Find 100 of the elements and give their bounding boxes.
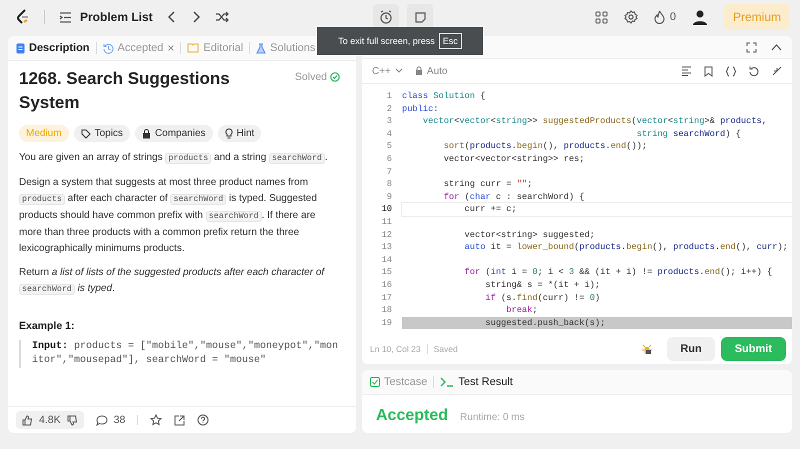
- example-heading: Example 1:: [19, 320, 76, 332]
- code-line: vector<vector<string>> suggestedProducts(vector<string>& products,: [422, 115, 768, 128]
- tag-button[interactable]: Hint: [218, 125, 262, 142]
- line-number: 19: [380, 316, 393, 330]
- logo-icon[interactable]: [16, 9, 30, 25]
- checkbox-icon: [370, 377, 380, 387]
- reset-icon[interactable]: [749, 66, 760, 76]
- problem-list-button[interactable]: Problem List: [59, 10, 153, 24]
- premium-button[interactable]: Premium: [724, 4, 790, 30]
- code-line: vector<vector<string>> res;: [442, 152, 586, 166]
- thumbs-up-icon[interactable]: [22, 414, 33, 426]
- lock-icon: [142, 128, 151, 138]
- history-icon: [102, 42, 114, 54]
- grid-icon[interactable]: [594, 10, 608, 24]
- esc-key: Esc: [438, 33, 462, 49]
- run-button[interactable]: Run: [667, 337, 715, 361]
- comment-count: 38: [114, 414, 126, 426]
- verdict-text: Accepted: [376, 407, 448, 425]
- chevron-up-icon[interactable]: [771, 43, 782, 51]
- description-paragraph: Return a list of lists of the suggested products after each character of searchWord is typed.: [19, 266, 326, 297]
- line-number: 10: [380, 203, 393, 216]
- line-number: 17: [380, 292, 393, 304]
- line-number: 3: [386, 115, 393, 128]
- language-select[interactable]: C++: [372, 66, 403, 76]
- line-number: 7: [386, 166, 393, 178]
- help-icon[interactable]: [197, 414, 210, 426]
- code-line: curr += c;: [402, 203, 792, 216]
- debug-icon[interactable]: [641, 343, 654, 355]
- list-icon: [59, 12, 72, 22]
- code-line: string searchWord) {: [636, 128, 742, 140]
- line-number: 6: [386, 152, 393, 166]
- code-line: string& s = *(it + i);: [484, 278, 602, 292]
- previous-icon[interactable]: [166, 11, 177, 23]
- line-number: 15: [380, 266, 393, 279]
- submit-button[interactable]: Submit: [720, 337, 786, 361]
- format-icon[interactable]: [681, 66, 692, 76]
- line-number: 9: [386, 190, 393, 204]
- close-button[interactable]: ×: [167, 41, 174, 55]
- line-number: 5: [386, 140, 393, 153]
- star-icon[interactable]: [150, 414, 162, 426]
- line-number: 2: [386, 102, 393, 116]
- panel-tab[interactable]: Solutions: [254, 42, 318, 54]
- line-number: 11: [380, 216, 393, 229]
- tag-button[interactable]: Topics: [74, 125, 130, 142]
- caret-icon: [394, 68, 403, 74]
- toast-text: To exit full screen, press: [338, 36, 435, 46]
- panel-tab[interactable]: Description: [14, 42, 92, 54]
- avatar-icon[interactable]: [692, 9, 708, 25]
- flask-icon: [256, 42, 266, 54]
- result-tab[interactable]: Test Result: [440, 376, 513, 388]
- expand-icon[interactable]: [746, 42, 757, 52]
- line-number: 14: [380, 254, 393, 266]
- terminal-icon: [440, 377, 454, 387]
- lock-icon: [414, 66, 423, 76]
- runtime-text: Runtime: 0 ms: [460, 412, 524, 423]
- line-number: 18: [380, 304, 393, 317]
- share-icon[interactable]: [174, 414, 186, 426]
- shuffle-icon[interactable]: [214, 11, 229, 23]
- panel-tab[interactable]: Editorial: [185, 42, 246, 54]
- code-line: sort(products.begin(), products.end());: [442, 140, 648, 153]
- mode-label: Auto: [426, 66, 448, 76]
- code-line: class Solution {: [402, 90, 486, 103]
- lightbulb-icon: [224, 128, 233, 139]
- cursor-position: Ln 10, Col 23: [370, 344, 421, 354]
- line-number: 13: [380, 241, 393, 254]
- tag-icon: [80, 128, 91, 138]
- result-tab[interactable]: Testcase: [370, 376, 428, 388]
- save-status: Saved: [434, 344, 458, 354]
- code-line: if (s.find(curr) != 0): [484, 292, 602, 304]
- line-number: 8: [386, 178, 393, 191]
- code-line: break;: [505, 304, 539, 317]
- code-line: string curr = "";: [442, 178, 534, 191]
- braces-icon[interactable]: [725, 66, 737, 76]
- line-number: 4: [386, 128, 393, 140]
- line-number: 16: [380, 278, 393, 292]
- description-paragraph: Design a system that suggests at most three product names from products after each character of searchWord is typed. Suggested products should have common prefix with searchWord . If there are more than three products with a common prefix return the three lexicographically minimums products.: [19, 176, 318, 256]
- solved-status: Solved: [294, 71, 327, 83]
- settings-icon[interactable]: [624, 10, 638, 24]
- thumbs-down-icon[interactable]: [66, 414, 78, 426]
- comment-icon[interactable]: [96, 414, 108, 426]
- document-icon: [16, 42, 25, 54]
- description-paragraph: You are given an array of strings products and a string searchWord .: [19, 151, 329, 166]
- check-circle-icon: [330, 72, 340, 82]
- line-number: 1: [386, 90, 393, 103]
- code-line: public:: [402, 102, 440, 116]
- tag-button[interactable]: Companies: [134, 125, 213, 142]
- code-line: for (int i = 0; i < 3 && (it + i) != products.end(); i++) {: [464, 266, 774, 279]
- flame-icon: [654, 10, 665, 24]
- code-line: vector<string> suggested;: [464, 228, 596, 242]
- panel-tab[interactable]: Accepted ×: [100, 41, 176, 55]
- bookmark-icon[interactable]: [704, 66, 713, 76]
- book-icon: [187, 43, 200, 53]
- problem-title: 1268. Search Suggestions System: [19, 68, 231, 114]
- note-icon: [414, 10, 426, 24]
- code-line: auto it = lower_bound(products.begin(), products.end(), curr);: [464, 241, 789, 254]
- next-icon[interactable]: [190, 11, 201, 23]
- alarm-clock-icon: [379, 10, 393, 24]
- code-line: for (char c : searchWord) {: [442, 190, 586, 204]
- line-number: 12: [380, 228, 393, 242]
- like-count: 4.8K: [39, 414, 61, 426]
